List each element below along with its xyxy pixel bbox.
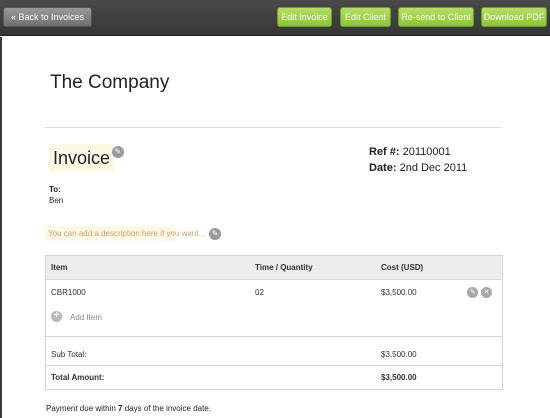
top-toolbar: « Back to Invoices Edit Invoice Edit Cli… (0, 0, 550, 36)
company-name: The Company (50, 72, 170, 93)
description-field[interactable]: You can add a description here if you wa… (45, 226, 205, 241)
total-value: $3,500.00 (381, 373, 417, 382)
pencil-icon[interactable]: ✎ (467, 287, 478, 298)
total-label: Total Amount: (51, 373, 104, 382)
subtotal-value: $3,500.00 (381, 350, 417, 359)
invoice-title[interactable]: Invoice (49, 144, 115, 172)
client-name: Ben (49, 196, 64, 205)
total-value-text: $3,500.00 (381, 373, 417, 382)
divider (46, 365, 502, 366)
table-header: Item Time / Quantity Cost (USD) (46, 256, 502, 280)
plus-icon[interactable]: + (51, 311, 62, 322)
item-quantity: 02 (255, 288, 264, 297)
date-value: 2nd Dec 2011 (399, 162, 468, 174)
payment-terms-prefix: Payment due within (46, 404, 119, 413)
download-pdf-button[interactable]: Download PDF (481, 7, 547, 27)
pencil-icon[interactable]: ✎ (209, 228, 221, 240)
column-header-cost: Cost (USD) (381, 263, 424, 272)
invoice-ref: Ref #: 20110001 (369, 146, 451, 158)
invoice-date: Date: 2nd Dec 2011 (369, 162, 467, 174)
payment-terms-suffix: days of the invoice date. (122, 404, 211, 413)
column-header-item: Item (51, 263, 68, 272)
ref-label: Ref #: (369, 146, 400, 158)
divider (45, 127, 502, 128)
divider (46, 336, 502, 337)
delete-icon[interactable]: ✕ (481, 287, 492, 298)
back-to-invoices-button[interactable]: « Back to Invoices (3, 7, 93, 27)
total-label-text: Total Amount: (51, 373, 105, 382)
item-cost: $3,500.00 (381, 288, 417, 297)
add-item-link[interactable]: Add Item (70, 313, 102, 322)
pencil-icon[interactable]: ✎ (112, 146, 124, 158)
column-header-time-quantity: Time / Quantity (255, 263, 313, 272)
invoice-items-table: Item Time / Quantity Cost (USD) CBR1000 … (45, 255, 503, 390)
item-name: CBR1000 (51, 288, 86, 297)
edit-invoice-button[interactable]: Edit Invoice (277, 7, 332, 27)
payment-terms: Payment due within 7 days of the invoice… (46, 404, 211, 413)
to-label: To: (49, 185, 61, 194)
edit-client-button[interactable]: Edit Client (340, 7, 391, 27)
resend-to-client-button[interactable]: Re-send to Client (398, 7, 474, 27)
ref-value: 20110001 (402, 146, 451, 158)
date-label: Date: (369, 162, 397, 174)
subtotal-label: Sub Total: (51, 350, 87, 359)
